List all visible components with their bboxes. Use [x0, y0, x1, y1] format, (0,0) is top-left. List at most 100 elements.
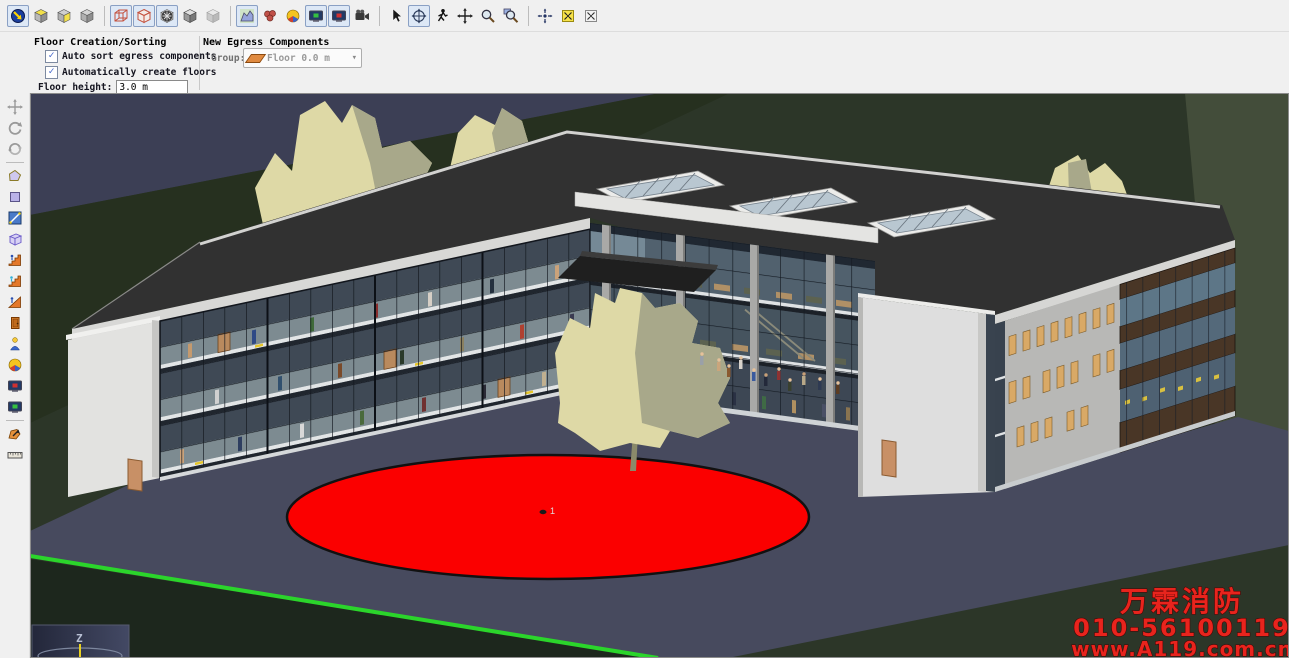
occupant-group-tool-button[interactable] [5, 355, 25, 375]
toolbar-separator [528, 6, 529, 26]
cube-side-icon [56, 8, 72, 24]
new-egress-title: New Egress Components [203, 37, 329, 48]
orbit-view-tool-button[interactable] [5, 118, 25, 138]
zoom-box-tool-button[interactable] [500, 5, 522, 27]
toolbar-separator [379, 6, 380, 26]
view-iso-cube-button[interactable] [76, 5, 98, 27]
transparent-cube-icon [205, 8, 221, 24]
ruler-icon [7, 447, 23, 463]
floor-height-label: Floor height: [38, 82, 112, 93]
toolbar-separator [6, 162, 24, 163]
outline-cube-icon [136, 8, 152, 24]
show-fire-button[interactable] [259, 5, 281, 27]
gizmo-axis-label: Z [76, 632, 83, 645]
polygon-tool-button[interactable] [5, 166, 25, 186]
orbit-tool-icon [411, 8, 427, 24]
nav-gizmo[interactable]: Z [32, 625, 129, 658]
toolbar-separator [230, 6, 231, 26]
zoom-extents-button[interactable] [580, 5, 602, 27]
monitor-red-tool-button[interactable] [5, 376, 25, 396]
end-wall [68, 321, 160, 497]
monitor-green-button[interactable] [305, 5, 327, 27]
show-terrain-button[interactable] [236, 5, 258, 27]
fire-spheres-icon [262, 8, 278, 24]
toolbar-separator [104, 6, 105, 26]
poi-highlight[interactable]: 1 [287, 455, 809, 579]
monitor-red-icon [7, 378, 23, 394]
monitor-red-button[interactable] [328, 5, 350, 27]
magnifier-box-icon [503, 8, 519, 24]
occupant-tool-button[interactable] [5, 334, 25, 354]
orbit-view-button[interactable] [7, 5, 29, 27]
camera-button[interactable] [351, 5, 373, 27]
stairs-tool-button[interactable] [5, 250, 25, 270]
show-occupants-button[interactable] [282, 5, 304, 27]
view-side-cube-button[interactable] [53, 5, 75, 27]
wireframe-cube-icon [113, 8, 129, 24]
exterior-door [882, 440, 896, 477]
auto-sort-checkbox[interactable]: ✓ [45, 50, 58, 63]
auto-create-row: ✓ Automatically create floors [45, 66, 216, 79]
monitor-red-icon [331, 8, 347, 24]
chevron-down-icon: ▾ [352, 53, 357, 63]
pan-tool-button[interactable] [454, 5, 476, 27]
zoom-fit-selection-button[interactable] [557, 5, 579, 27]
add-edge-tool-button[interactable] [5, 208, 25, 228]
select-tool-button[interactable] [385, 5, 407, 27]
pan-view-icon [7, 99, 23, 115]
top-toolbar [0, 0, 1289, 32]
roam-view-icon [7, 141, 23, 157]
door-tool-button[interactable] [5, 313, 25, 333]
pan-view-tool-button[interactable] [5, 97, 25, 117]
walk-person-icon [434, 8, 450, 24]
rectangle-tool-button[interactable] [5, 187, 25, 207]
zoom-tool-button[interactable] [477, 5, 499, 27]
extrude-box-icon [7, 231, 23, 247]
center-view-button[interactable] [534, 5, 556, 27]
transparent-mode-button[interactable] [202, 5, 224, 27]
options-panel: Floor Creation/Sorting ✓ Auto sort egres… [0, 32, 1289, 93]
walk-tool-button[interactable] [431, 5, 453, 27]
monitor-green-icon [308, 8, 324, 24]
zoom-fit-white-icon [583, 8, 599, 24]
orbit-view-icon [10, 8, 26, 24]
stairs-icon [7, 252, 23, 268]
panel-divider [199, 36, 200, 90]
rectangle-tool-icon [7, 189, 23, 205]
auto-create-checkbox[interactable]: ✓ [45, 66, 58, 79]
polygon-tool-icon [7, 168, 23, 184]
ramp-tool-button[interactable] [5, 292, 25, 312]
measure-tool-button[interactable] [5, 445, 25, 465]
auto-sort-row: ✓ Auto sort egress components [45, 50, 216, 63]
no-render-cube-icon [159, 8, 175, 24]
solid-mode-button[interactable] [179, 5, 201, 27]
stairs-landing-tool-button[interactable] [5, 271, 25, 291]
occupant-sphere-icon [285, 8, 301, 24]
view-top-cube-button[interactable] [30, 5, 52, 27]
floor-creation-title: Floor Creation/Sorting [34, 37, 166, 48]
toolbar-separator [6, 420, 24, 421]
corner-glass-strip [986, 314, 995, 492]
3d-viewport[interactable]: 1 万霖消防 010-56100119 www.A119.com.cn Z [30, 93, 1289, 658]
add-edge-icon [7, 210, 23, 226]
stairs-landing-icon [7, 273, 23, 289]
outline-mode-button[interactable] [133, 5, 155, 27]
magnifier-icon [480, 8, 496, 24]
group-label: Group: [211, 53, 245, 64]
monitor-green-tool-button[interactable] [5, 397, 25, 417]
roam-view-tool-button[interactable] [5, 139, 25, 159]
poi-marker [540, 510, 547, 514]
no-render-mode-button[interactable] [156, 5, 178, 27]
terrain-icon [239, 8, 255, 24]
door-icon [7, 315, 23, 331]
red-highlight-circle [287, 455, 809, 579]
move-group-tool-button[interactable] [5, 424, 25, 444]
gable-wall [858, 297, 995, 497]
move-group-icon [7, 426, 23, 442]
extrude-tool-button[interactable] [5, 229, 25, 249]
scene-canvas[interactable]: 1 万霖消防 010-56100119 www.A119.com.cn Z [30, 93, 1289, 658]
wireframe-mode-button[interactable] [110, 5, 132, 27]
camera-icon [354, 8, 370, 24]
orbit-tool-button[interactable] [408, 5, 430, 27]
group-dropdown[interactable]: Floor 0.0 m ▾ [243, 48, 362, 68]
